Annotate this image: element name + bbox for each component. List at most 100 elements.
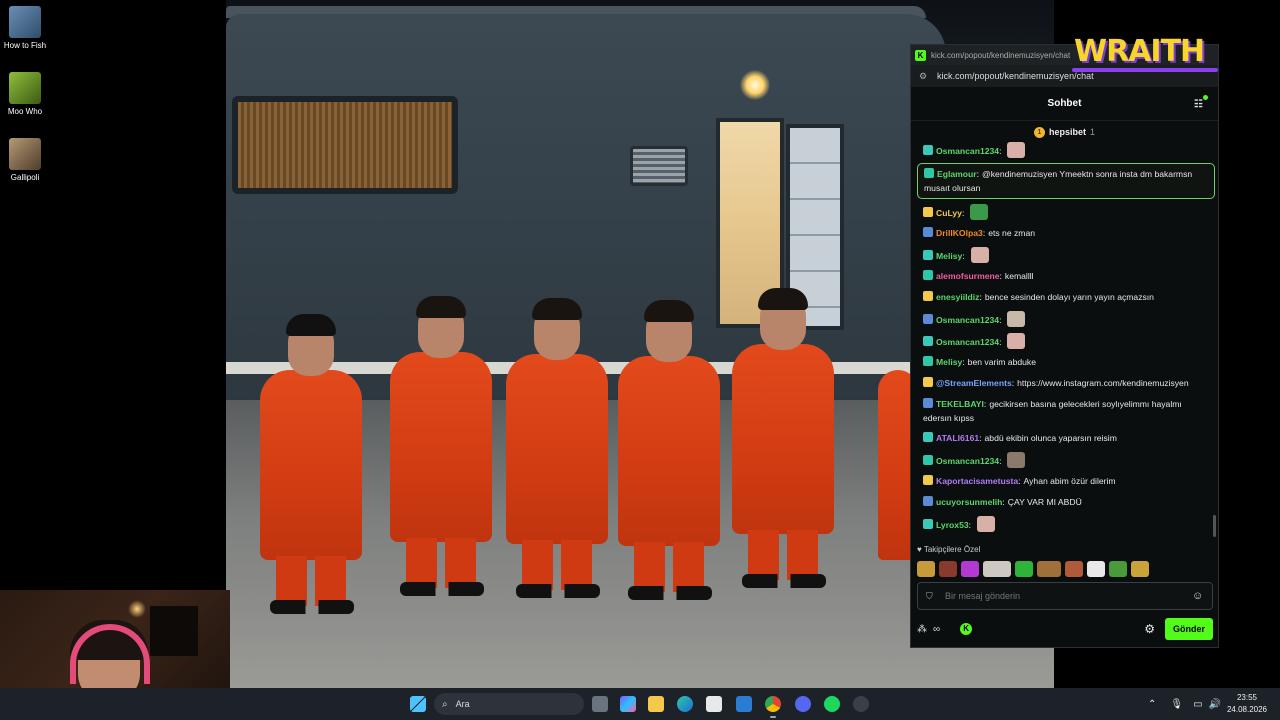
gear-icon[interactable]: ⚙ <box>1144 622 1155 636</box>
chat-message: @StreamElements: https://www.instagram.co… <box>917 373 1215 394</box>
emote[interactable] <box>939 561 957 577</box>
chat-input[interactable] <box>945 591 1192 601</box>
user-badge-icon <box>923 207 933 217</box>
logo-text: WRAITH <box>1074 34 1205 69</box>
store-icon[interactable] <box>706 696 722 712</box>
chat-username[interactable]: Lyrox53 <box>936 520 969 530</box>
chat-username[interactable]: ATALI6161 <box>936 433 979 443</box>
chat-separator: : <box>961 208 965 218</box>
emote[interactable] <box>917 561 935 577</box>
chat-emote[interactable] <box>970 204 989 220</box>
user-badge-icon <box>923 250 933 260</box>
desktop-screen: How to Fish Moo Who Gallipoli K kick.com… <box>0 0 1280 720</box>
emote[interactable] <box>983 561 1011 577</box>
chat-separator: : <box>1011 378 1015 388</box>
chat-emote[interactable] <box>970 247 989 263</box>
infinity-icon[interactable]: ∞ <box>933 624 940 635</box>
emoji-picker-icon[interactable]: ☺ <box>1192 590 1204 602</box>
user-badge-icon <box>923 145 933 155</box>
chat-username[interactable]: Eglamour <box>937 169 977 179</box>
chat-separator: : <box>1018 476 1021 486</box>
window-title: kick.com/popout/kendinemuzisyen/chat <box>931 50 1071 60</box>
chat-separator: : <box>999 337 1002 347</box>
chat-message: Osmancan1234: <box>917 308 1215 330</box>
kick-logo-icon[interactable]: K <box>960 623 973 635</box>
emote[interactable] <box>1037 561 1061 577</box>
emote[interactable] <box>1065 561 1083 577</box>
send-button[interactable]: Gönder <box>1165 618 1213 640</box>
chat-username[interactable]: alemofsurmene <box>936 271 1000 281</box>
community-icon[interactable]: ☷ <box>1194 99 1206 111</box>
chat-username[interactable]: TEKELBAYI <box>936 399 984 409</box>
desktop-icon-label: Moo Who <box>7 107 43 116</box>
chat-message: alemofsurmene: kemallll <box>917 266 1215 287</box>
start-icon[interactable] <box>410 696 426 712</box>
channel-points-icon[interactable]: ⁂ <box>917 624 927 635</box>
chat-message: Melisy: <box>917 244 1215 266</box>
chat-message: Osmancan1234: <box>917 330 1215 352</box>
chat-username[interactable]: DrillKOlpa3 <box>936 228 983 238</box>
edge-icon[interactable] <box>677 696 693 712</box>
microphone-icon[interactable]: 🎙 <box>1170 699 1183 710</box>
user-badge-icon <box>923 455 933 465</box>
chat-username[interactable]: Melisy <box>936 251 962 261</box>
mail-icon[interactable] <box>736 696 752 712</box>
chat-username[interactable]: Osmancan1234 <box>936 146 999 156</box>
user-badge-icon <box>923 227 933 237</box>
desktop-icon-gallipoli[interactable]: Gallipoli <box>0 138 50 182</box>
emote[interactable] <box>1109 561 1127 577</box>
chrome-icon[interactable] <box>765 696 781 712</box>
address-url: kick.com/popout/kendinemuzisyen/chat <box>937 71 1094 81</box>
emote[interactable] <box>961 561 979 577</box>
chat-message: Melisy: ben varim abduke <box>917 352 1215 373</box>
file-explorer-icon[interactable] <box>648 696 664 712</box>
chat-username[interactable]: CuLyy <box>936 208 962 218</box>
user-badge-icon <box>923 336 933 346</box>
chat-username[interactable]: Melisy <box>936 357 962 367</box>
chat-username[interactable]: ucuyorsunmelih <box>936 497 1002 507</box>
chat-separator: : <box>976 169 980 179</box>
chat-username[interactable]: enesyiildiz <box>936 292 979 302</box>
chat-input-box[interactable]: ⛉ ☺ <box>917 582 1213 610</box>
task-view-icon[interactable] <box>592 696 608 712</box>
chat-username[interactable]: Osmancan1234 <box>936 337 999 347</box>
site-settings-icon[interactable]: ⚙ <box>919 71 929 81</box>
chat-separator: : <box>999 315 1002 325</box>
emote-row <box>917 559 1213 579</box>
user-badge-icon <box>924 168 934 178</box>
emote[interactable] <box>1087 561 1105 577</box>
spotify-icon[interactable] <box>824 696 840 712</box>
copilot-icon[interactable] <box>620 696 636 712</box>
chat-title: Sohbet <box>1047 98 1082 109</box>
chat-popout-window: K kick.com/popout/kendinemuzisyen/chat ⚙… <box>910 44 1219 648</box>
chat-message-text: Ayhan abim özür dilerim <box>1023 476 1116 486</box>
chevron-up-icon[interactable]: ⌃ <box>1148 699 1156 710</box>
chat-username[interactable]: Osmancan1234 <box>936 456 999 466</box>
chat-username[interactable]: Osmancan1234 <box>936 315 999 325</box>
emote[interactable] <box>1131 561 1149 577</box>
chat-emote[interactable] <box>1007 333 1026 349</box>
chat-username[interactable]: Kaportacisametusta <box>936 476 1018 486</box>
chat-emote[interactable] <box>977 516 996 532</box>
emote[interactable] <box>1015 561 1033 577</box>
running-indicator <box>770 716 776 718</box>
taskbar-search[interactable]: ⌕ Ara <box>434 693 584 715</box>
chat-separator: : <box>962 251 965 261</box>
chat-emote[interactable] <box>1007 142 1026 158</box>
chat-scrollbar[interactable] <box>1213 515 1216 537</box>
desktop-icon-moo-who[interactable]: Moo Who <box>0 72 50 116</box>
desktop-icon-how-to-fish[interactable]: How to Fish <box>0 6 50 50</box>
coin-icon: 1 <box>1033 126 1045 138</box>
pinned-user: hepsibet <box>1048 127 1086 137</box>
chat-emote[interactable] <box>1007 311 1026 327</box>
chat-username[interactable]: @StreamElements <box>936 378 1012 388</box>
chat-separator: : <box>999 456 1002 466</box>
chat-messages: Osmancan1234: Eglamour: @kendinemuzisyen Y… <box>917 139 1215 539</box>
chat-emote[interactable] <box>1007 452 1026 468</box>
display-icon[interactable]: ▭ <box>1193 699 1202 710</box>
discord-icon[interactable] <box>795 696 811 712</box>
obs-icon[interactable] <box>853 696 869 712</box>
taskbar-clock[interactable]: 23:55 24.08.2026 <box>1222 692 1272 716</box>
volume-icon[interactable]: 🔊 <box>1209 699 1221 710</box>
chat-header: Sohbet ☷ <box>911 87 1218 121</box>
